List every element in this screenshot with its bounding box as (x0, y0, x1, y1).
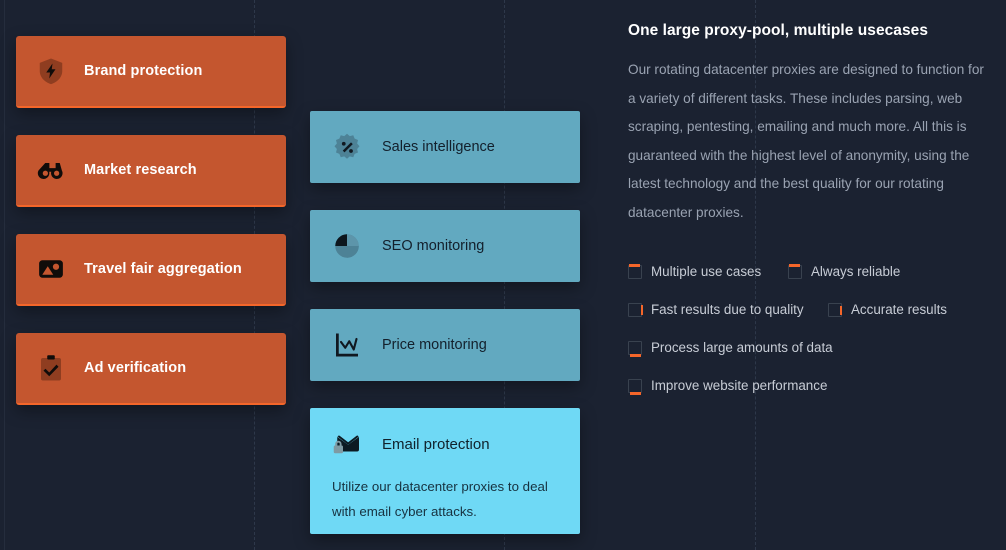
usecase-card-travel-fair-aggregation[interactable]: Travel fair aggregation (16, 234, 286, 306)
usecase-card-ad-verification[interactable]: Ad verification (16, 333, 286, 405)
pie-chart-icon (332, 231, 362, 261)
checklist-item-accurate-results[interactable]: Accurate results (828, 291, 947, 329)
usecase-card-description: Utilize our datacenter proxies to deal w… (332, 479, 548, 519)
checklist-item-label: Always reliable (811, 264, 901, 280)
checkmark-icon (788, 264, 802, 279)
checklist-item-process-large-data[interactable]: Process large amounts of data (628, 329, 988, 367)
section-heading: One large proxy-pool, multiple usecases (628, 22, 928, 39)
usecase-card-label: Email protection (382, 435, 490, 453)
usecase-card-brand-protection[interactable]: Brand protection (16, 36, 286, 108)
benefits-checklist: Multiple use cases Always reliable Fast … (628, 253, 988, 405)
checklist-item-multiple-use-cases[interactable]: Multiple use cases (628, 253, 788, 291)
checklist-item-label: Improve website performance (651, 378, 828, 394)
usecase-card-label: Sales intelligence (382, 139, 495, 155)
checklist-item-improve-performance[interactable]: Improve website performance (628, 367, 988, 405)
shield-bolt-icon (36, 56, 66, 86)
checklist-item-fast-results[interactable]: Fast results due to quality (628, 291, 828, 329)
page-root: Brand protection Market research Travel … (0, 0, 1006, 550)
usecase-card-label: Market research (84, 162, 197, 178)
checkmark-icon (628, 341, 642, 357)
image-icon (36, 254, 66, 284)
badge-percent-icon (332, 132, 362, 162)
usecase-card-label: Ad verification (84, 360, 187, 376)
usecase-column-left: Brand protection Market research Travel … (16, 36, 286, 432)
binoculars-icon (36, 155, 66, 185)
usecase-card-seo-monitoring[interactable]: SEO monitoring (310, 210, 580, 282)
checkmark-icon (628, 379, 642, 395)
guide-line-1 (4, 0, 5, 550)
line-chart-icon (332, 330, 362, 360)
usecase-column-middle: Sales intelligence SEO monitoring Price … (310, 111, 580, 534)
section-paragraph: Our rotating datacenter proxies are desi… (628, 62, 984, 220)
usecase-card-label: Brand protection (84, 63, 203, 79)
usecase-card-label: SEO monitoring (382, 238, 485, 254)
checklist-item-label: Fast results due to quality (651, 302, 804, 318)
checklist-item-always-reliable[interactable]: Always reliable (788, 253, 988, 291)
usecase-card-sales-intelligence[interactable]: Sales intelligence (310, 111, 580, 183)
usecase-card-label: Travel fair aggregation (84, 261, 242, 277)
checkmark-icon (628, 264, 642, 279)
checklist-item-label: Process large amounts of data (651, 340, 833, 356)
checkmark-icon (828, 303, 842, 317)
usecase-card-email-protection[interactable]: Email protection Utilize our datacenter … (310, 408, 580, 534)
checklist-item-label: Multiple use cases (651, 264, 762, 280)
checklist-item-label: Accurate results (851, 302, 948, 318)
checkmark-icon (628, 303, 643, 317)
usecase-card-market-research[interactable]: Market research (16, 135, 286, 207)
clipboard-check-icon (36, 353, 66, 383)
email-lock-icon (332, 429, 362, 459)
usecase-card-label: Price monitoring (382, 337, 487, 353)
info-column-right: One large proxy-pool, multiple usecases … (628, 22, 990, 405)
usecase-card-price-monitoring[interactable]: Price monitoring (310, 309, 580, 381)
